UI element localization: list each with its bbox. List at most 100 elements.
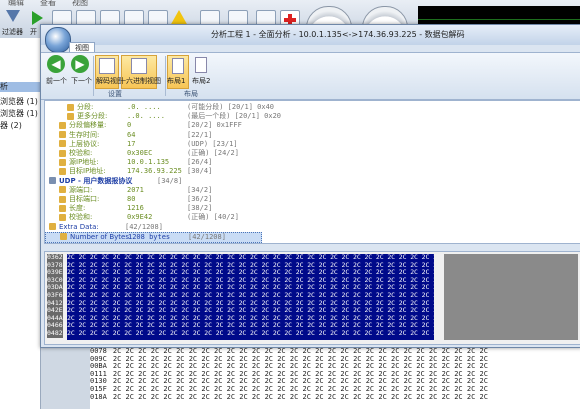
tree-field-info: (UDP) [23/1] <box>187 139 238 148</box>
left-item-3[interactable]: 器 (2) <box>0 120 22 131</box>
tree-field-info: [20/2] 0x1FFF <box>187 121 242 130</box>
back-arrow-icon: ◀ <box>47 55 65 73</box>
tree-field-label: UDP - 用户数据报协议 <box>49 177 132 186</box>
back-label: 前一个 <box>46 77 67 85</box>
tree-field-label: 目标端口: <box>59 195 99 204</box>
background-hex-offset: 015F <box>90 384 107 393</box>
title-bar: 分析工程 1 - 全面分析 - 10.0.1.135<->174.36.93.2… <box>41 25 580 45</box>
ribbon-separator <box>165 56 166 96</box>
tree-row[interactable]: 校验和: 0x9E42 (正确) [40/2] <box>45 213 565 222</box>
tree-row[interactable]: 更多分段: ..0. .... (最后一个段) [20/1] 0x20 <box>45 112 565 121</box>
tree-row[interactable]: 生存时间: 64 [22/1] <box>45 131 565 140</box>
open-label[interactable]: 开 <box>30 27 37 37</box>
field-icon <box>49 223 56 231</box>
tree-row[interactable]: 源IP地址: 10.0.1.135 [26/4] <box>45 158 565 167</box>
tree-field-label: Number of Bytes: <box>60 233 131 242</box>
layout2-label: 布局2 <box>192 77 211 85</box>
field-icon <box>59 167 66 175</box>
group-settings: 设置 <box>108 90 122 98</box>
tree-field-info: [38/2] <box>187 204 213 213</box>
tree-field-info: (最后一个段) [20/1] 0x20 <box>187 112 282 121</box>
tree-field-info: [34/8] <box>157 176 183 185</box>
field-icon <box>59 121 66 129</box>
tree-field-label: 生存时间: <box>59 131 99 140</box>
layout1-icon <box>172 58 184 74</box>
forward-label: 下一个 <box>71 77 92 85</box>
decode-view-icon <box>99 58 115 74</box>
tree-row[interactable]: 上层协议: 17 (UDP) [23/1] <box>45 140 565 149</box>
forward-arrow-icon: ▶ <box>71 55 89 73</box>
field-icon <box>67 103 74 111</box>
tree-field-value: 64 <box>127 130 136 139</box>
tree-field-info: [30/4] <box>187 167 213 176</box>
tree-row[interactable]: 源端口: 2071 [34/2] <box>45 186 565 195</box>
background-menu: 编辑 查看 视图 <box>8 0 88 8</box>
hex-bytes-selected[interactable]: 2C 2C 2C 2C 2C 2C 2C 2C 2C 2C 2C 2C 2C 2… <box>67 254 434 340</box>
tree-field-value: .0. .... <box>127 103 161 111</box>
field-icon <box>60 233 67 241</box>
tree-field-value: 10.0.1.135 <box>127 158 170 167</box>
field-icon <box>59 195 66 203</box>
field-icon <box>59 140 66 148</box>
left-item-1[interactable]: 浏览器 (1) <box>0 96 38 107</box>
packet-decode-window: 分析工程 1 - 全面分析 - 10.0.1.135<->174.36.93.2… <box>40 24 580 348</box>
left-item-2[interactable]: 浏览器 (1) <box>0 108 38 119</box>
tree-row[interactable]: Number of Bytes: 1208 bytes [42/1208] <box>45 231 262 243</box>
hex-view-icon <box>131 58 147 74</box>
background-hex-row: 018A 2C 2C 2C 2C 2C 2C 2C 2C 2C 2C 2C 2C … <box>90 392 580 402</box>
menu-views[interactable]: 视图 <box>72 0 88 8</box>
tree-field-info: [34/2] <box>187 185 213 194</box>
tree-field-label: 源端口: <box>59 186 92 195</box>
tree-field-label: Extra Data: <box>49 223 99 232</box>
tree-row[interactable]: 分段偏移量: 0 [20/2] 0x1FFF <box>45 121 565 130</box>
tree-field-info: [22/1] <box>187 130 213 139</box>
menu-edit[interactable]: 编辑 <box>8 0 24 8</box>
tree-field-value: 174.36.93.225 <box>127 167 182 176</box>
field-icon <box>59 204 66 212</box>
hex-view-label: 十六进制视图 <box>119 77 161 85</box>
background-hex-view: 0078 2C 2C 2C 2C 2C 2C 2C 2C 2C 2C 2C 2C … <box>90 347 580 409</box>
tree-field-value: 17 <box>127 139 136 148</box>
tree-field-info: [42/1208] <box>188 232 226 241</box>
hex-offsets: 0362 0378 039E 03C0 03DA 03F6 0412 042E 044A 0466… <box>47 253 63 338</box>
tree-row[interactable]: UDP - 用户数据报协议 [34/8] <box>45 177 565 186</box>
tree-field-info: (正确) [40/2] <box>187 213 239 222</box>
background-hex-offset: 018A <box>90 392 107 401</box>
tree-field-info: [42/1208] <box>125 222 163 231</box>
tree-row[interactable]: 目标IP地址: 174.36.93.225 [30/4] <box>45 167 565 176</box>
background-hex-offset: 00BA <box>90 362 107 371</box>
hex-pane: 0362 0378 039E 03C0 03DA 03F6 0412 042E 044A 0466… <box>44 251 580 345</box>
ascii-pane[interactable] <box>444 254 578 340</box>
tree-field-label: 分段偏移量: <box>59 121 106 130</box>
menu-view[interactable]: 查看 <box>40 0 56 8</box>
tree-field-label: 上层协议: <box>59 140 99 149</box>
tree-field-value: 2071 <box>127 185 144 194</box>
field-icon <box>49 177 56 185</box>
tree-row[interactable]: 目标端口: 80 [36/2] <box>45 195 565 204</box>
tree-field-label: 分段: <box>67 103 93 112</box>
field-icon <box>59 186 66 194</box>
filter-icon[interactable] <box>6 10 20 22</box>
hex-row: 2C 2C 2C 2C 2C 2C 2C 2C 2C 2C 2C 2C 2C 2… <box>67 328 434 337</box>
field-icon <box>59 131 66 139</box>
tree-row[interactable]: 校验和: 0x30EC (正确) [24/2] <box>45 149 565 158</box>
play-icon[interactable] <box>32 11 43 25</box>
hex-offset: 0482 <box>47 328 63 337</box>
field-icon <box>67 112 74 120</box>
background-hex-offset: 0078 <box>90 347 107 355</box>
background-hex-rows: 0078 2C 2C 2C 2C 2C 2C 2C 2C 2C 2C 2C 2C … <box>90 347 580 402</box>
tree-field-info: [26/4] <box>187 158 213 167</box>
app-menu-orb-icon[interactable] <box>45 27 71 53</box>
tree-field-value: ..0. .... <box>127 112 165 121</box>
tree-field-label: 长度: <box>59 204 85 213</box>
tree-field-value: 80 <box>127 195 136 203</box>
tree-field-value: 0 <box>127 121 132 130</box>
tree-row[interactable]: 分段: .0. .... (可能分段) [20/1] 0x40 <box>45 103 565 112</box>
tree-field-value: 1216 <box>127 204 144 213</box>
ribbon-separator <box>93 56 94 96</box>
filter-label[interactable]: 过滤器 <box>2 27 23 37</box>
tree-row[interactable]: Extra Data: [42/1208] <box>45 223 565 232</box>
tree-row[interactable]: 长度: 1216 [38/2] <box>45 204 565 213</box>
group-layout: 布局 <box>184 90 198 98</box>
left-panel-header: 析 <box>0 82 40 92</box>
